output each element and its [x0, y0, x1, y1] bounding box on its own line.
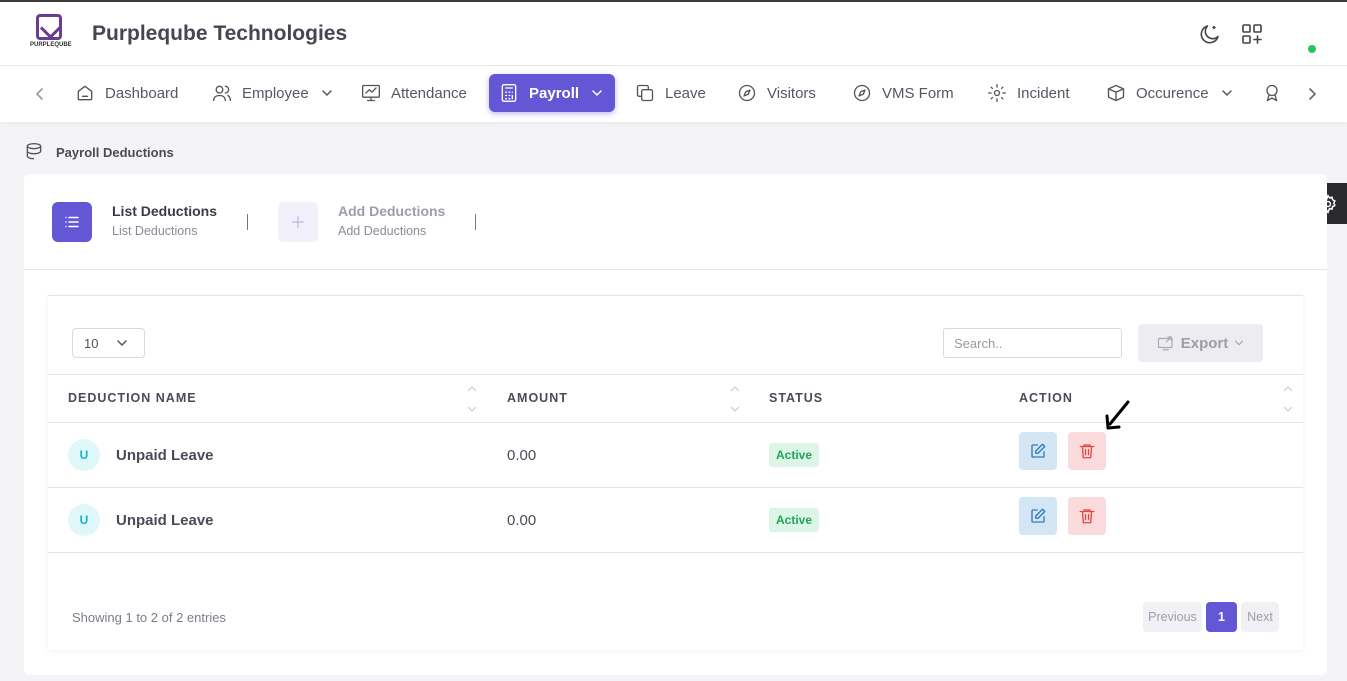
- cursor-arrow-icon: [1105, 400, 1130, 430]
- plus-icon: [292, 216, 304, 228]
- nav-item-vms-form[interactable]: VMS Form: [842, 74, 964, 112]
- tab-add-deductions-icon[interactable]: [278, 202, 318, 242]
- column-header-action: ACTION: [1019, 391, 1073, 405]
- nav-label: Employee: [242, 84, 309, 102]
- monitor-chart-icon: [362, 84, 380, 102]
- search-input[interactable]: [943, 328, 1122, 358]
- tab-separator: [475, 214, 476, 230]
- top-header: PURPLEQUBE Purpleqube Technologies: [0, 0, 1347, 66]
- avatar: U: [68, 504, 100, 536]
- users-icon: [213, 85, 231, 102]
- page-length-value: 10: [84, 335, 99, 351]
- edit-button[interactable]: [1019, 497, 1057, 535]
- tab-list-deductions-subtitle: List Deductions: [112, 224, 198, 238]
- deduction-name: Unpaid Leave: [116, 447, 214, 464]
- chevron-down-icon: [1221, 90, 1232, 97]
- company-name: Purpleqube Technologies: [92, 22, 348, 45]
- next-page-button[interactable]: Next: [1241, 602, 1279, 632]
- breadcrumb-label: Payroll Deductions: [56, 144, 174, 160]
- nav-item-incident[interactable]: Incident: [977, 74, 1080, 112]
- tab-list-deductions-icon[interactable]: [52, 202, 92, 242]
- tab-add-deductions[interactable]: Add Deductions: [338, 203, 445, 219]
- export-label: Export: [1180, 334, 1229, 352]
- export-icon: [1157, 336, 1173, 351]
- nav-item-awards[interactable]: [1252, 74, 1292, 112]
- nav-item-payroll[interactable]: Payroll: [489, 74, 615, 112]
- breadcrumb: Payroll Deductions: [24, 142, 174, 162]
- trash-icon: [1079, 509, 1095, 524]
- sort-icon[interactable]: [1283, 385, 1293, 413]
- tabs-row: List Deductions List Deductions Add Dedu…: [24, 174, 1327, 270]
- edit-button[interactable]: [1019, 432, 1057, 470]
- status-badge: Active: [769, 443, 820, 467]
- previous-page-button[interactable]: Previous: [1143, 602, 1202, 632]
- table-panel: 10 Export DEDUCTION NAME AMOUNT STATUS A…: [48, 295, 1303, 650]
- tab-add-deductions-subtitle: Add Deductions: [338, 224, 427, 238]
- chevron-down-icon: [321, 90, 332, 97]
- nav-scroll-right-icon[interactable]: [1302, 84, 1322, 104]
- box-icon: [1107, 84, 1125, 102]
- nav-label: VMS Form: [882, 84, 954, 102]
- main-navbar: Dashboard Employee Attendance Payroll Le…: [0, 66, 1347, 122]
- nav-label: Attendance: [391, 84, 467, 102]
- chevron-down-icon: [1235, 340, 1244, 346]
- edit-icon: [1031, 508, 1046, 523]
- status-badge: Active: [769, 508, 820, 532]
- chevron-down-icon: [117, 340, 128, 347]
- tab-separator: [247, 214, 248, 230]
- copy-icon: [636, 84, 654, 102]
- logo-mark: [36, 14, 62, 40]
- deduction-amount: 0.00: [507, 512, 537, 529]
- table-row: U Unpaid Leave 0.00 Active: [48, 488, 1303, 553]
- export-button[interactable]: Export: [1138, 324, 1263, 362]
- deduction-amount: 0.00: [507, 447, 537, 464]
- trash-icon: [1079, 444, 1095, 459]
- nav-label: Leave: [665, 84, 706, 102]
- nav-label: Incident: [1017, 84, 1070, 102]
- nav-item-attendance[interactable]: Attendance: [351, 74, 477, 112]
- nav-scroll-left-icon[interactable]: [30, 84, 50, 104]
- column-header-status[interactable]: STATUS: [769, 391, 823, 405]
- nav-label: Payroll: [529, 84, 580, 102]
- calculator-icon: [501, 84, 517, 102]
- moon-icon[interactable]: [1198, 22, 1222, 46]
- compass-icon: [853, 84, 871, 102]
- tab-list-deductions[interactable]: List Deductions: [112, 203, 217, 219]
- home-icon: [77, 85, 93, 101]
- nav-label: Occurence: [1136, 84, 1209, 102]
- column-header-amount[interactable]: AMOUNT: [507, 391, 568, 405]
- avatar: U: [68, 439, 100, 471]
- delete-button[interactable]: [1068, 432, 1106, 470]
- sort-icon[interactable]: [730, 385, 740, 413]
- award-icon: [1266, 84, 1278, 102]
- nav-item-leave[interactable]: Leave: [625, 74, 716, 112]
- page-length-select[interactable]: 10: [72, 328, 145, 358]
- sort-icon[interactable]: [467, 385, 477, 413]
- deduction-name: Unpaid Leave: [116, 512, 214, 529]
- column-header-deduction-name[interactable]: DEDUCTION NAME: [68, 391, 197, 405]
- page-1-button[interactable]: 1: [1206, 602, 1237, 632]
- logo-text: PURPLEQUBE: [30, 42, 72, 48]
- nav-label: Dashboard: [105, 84, 179, 102]
- company-logo[interactable]: PURPLEQUBE: [30, 14, 72, 54]
- focus-icon: [988, 84, 1006, 103]
- nav-item-employee[interactable]: Employee: [202, 74, 343, 112]
- table-info: Showing 1 to 2 of 2 entries: [72, 610, 226, 625]
- database-icon: [26, 143, 42, 160]
- online-status-dot: [1308, 45, 1316, 53]
- chevron-down-icon: [592, 90, 602, 97]
- nav-label: Visitors: [767, 84, 816, 102]
- list-icon: [65, 216, 79, 228]
- edit-icon: [1031, 443, 1046, 458]
- delete-button[interactable]: [1068, 497, 1106, 535]
- nav-item-dashboard[interactable]: Dashboard: [65, 74, 188, 112]
- table-row: U Unpaid Leave 0.00 Active: [48, 423, 1303, 488]
- apps-icon[interactable]: [1240, 22, 1264, 46]
- nav-item-visitors[interactable]: Visitors: [727, 74, 826, 112]
- nav-item-occurence[interactable]: Occurence: [1096, 74, 1243, 112]
- compass-icon: [738, 84, 756, 102]
